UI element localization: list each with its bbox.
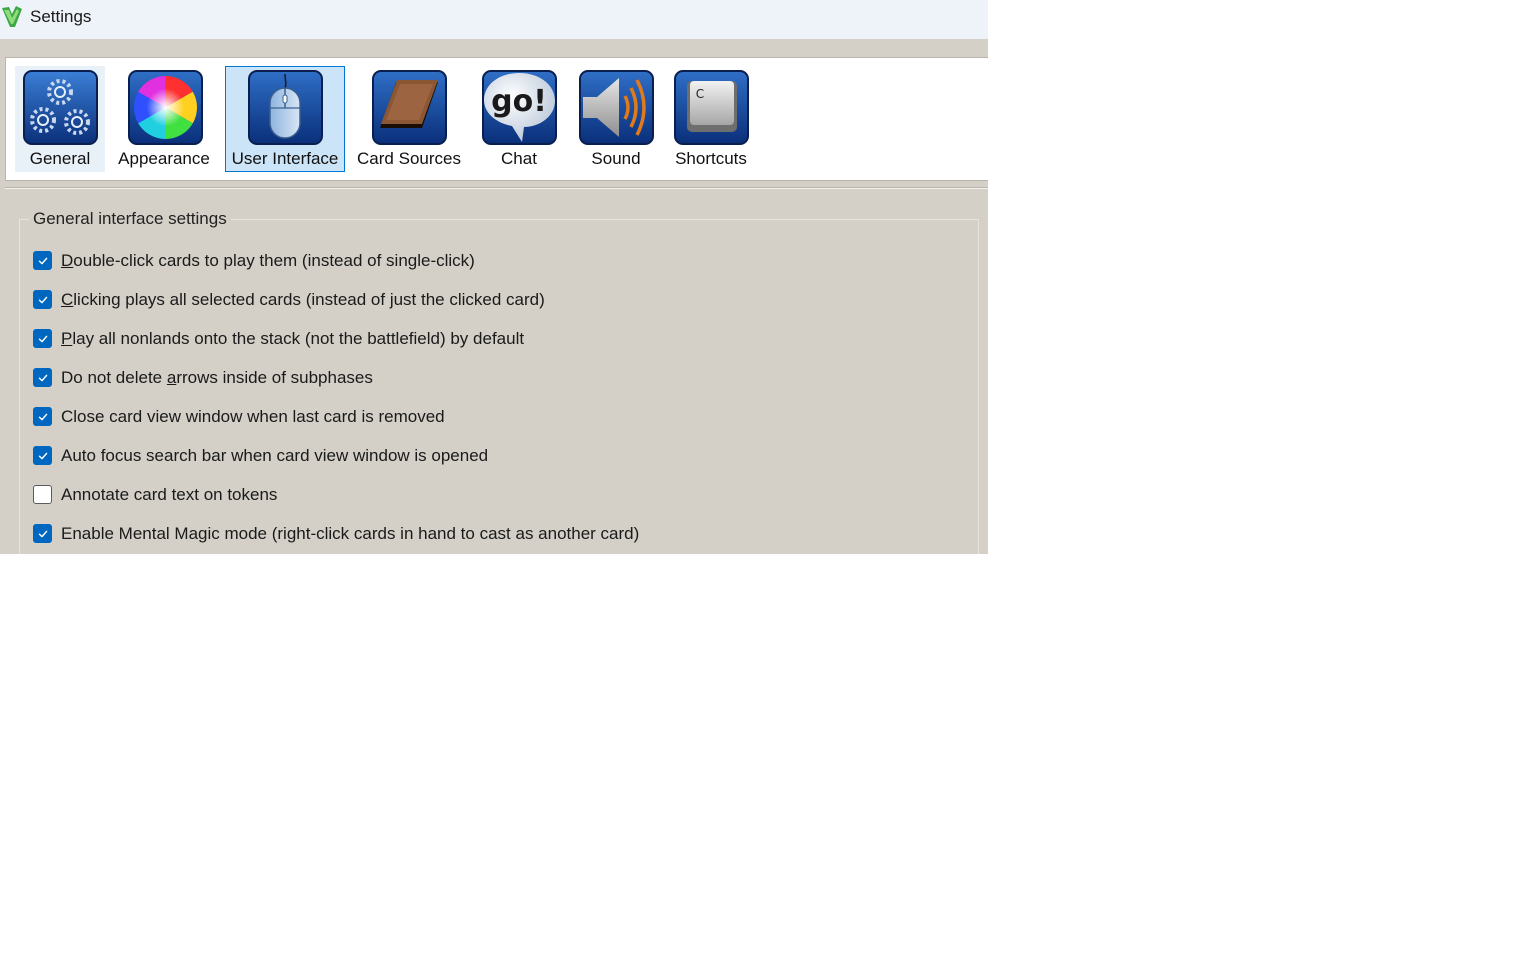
chat-icon-text: go! <box>491 84 547 119</box>
tab-label: Shortcuts <box>675 149 747 168</box>
window-title: Settings <box>30 7 92 26</box>
checkmark-icon <box>38 413 48 421</box>
settings-page-toolbar: General Appearance User Interface Card S… <box>5 57 988 181</box>
option-label: Clicking plays all selected cards (inste… <box>61 290 545 309</box>
tab-card-sources[interactable]: Card Sources <box>354 66 464 172</box>
card-icon <box>372 70 447 145</box>
tab-general[interactable]: General <box>15 66 105 172</box>
checkbox[interactable] <box>33 290 52 309</box>
tab-appearance[interactable]: Appearance <box>114 66 214 172</box>
color-wheel-icon <box>128 70 203 145</box>
tab-sound[interactable]: Sound <box>572 66 660 172</box>
tab-chat[interactable]: go! Chat <box>476 66 562 172</box>
tab-label: User Interface <box>231 149 339 168</box>
checkmark-icon <box>38 257 48 265</box>
option-label: Auto focus search bar when card view win… <box>61 446 489 465</box>
tab-label: Card Sources <box>357 149 461 168</box>
title-bar[interactable]: Settings <box>0 0 988 39</box>
checkmark-icon <box>38 452 48 460</box>
option-label: Annotate card text on tokens <box>61 485 278 504</box>
speech-bubble-icon: go! <box>482 70 557 145</box>
checkbox[interactable] <box>33 485 52 504</box>
option-label: Double-click cards to play them (instead… <box>61 251 475 270</box>
checkmark-icon <box>38 296 48 304</box>
speaker-icon <box>579 70 654 145</box>
gears-icon <box>23 70 98 145</box>
toolbar-separator <box>5 187 988 189</box>
tab-label: Sound <box>591 149 641 168</box>
checkmark-icon <box>38 374 48 382</box>
checkbox[interactable] <box>33 251 52 270</box>
checkmark-icon <box>38 530 48 538</box>
tab-label: Chat <box>501 149 537 168</box>
settings-window: Settings General Appearance User Interfa… <box>0 0 988 554</box>
keyboard-key-icon: C <box>674 70 749 145</box>
checkbox[interactable] <box>33 524 52 543</box>
app-logo-icon <box>2 6 22 27</box>
tab-label: General <box>29 149 91 168</box>
group-title: General interface settings <box>29 209 231 229</box>
option-label: Enable Mental Magic mode (right-click ca… <box>61 524 640 543</box>
option-label: Close card view window when last card is… <box>61 407 445 426</box>
checkmark-icon <box>38 335 48 343</box>
checkbox[interactable] <box>33 446 52 465</box>
key-glyph: C <box>696 87 704 101</box>
option-label: Play all nonlands onto the stack (not th… <box>61 329 525 348</box>
tab-label: Appearance <box>118 149 210 168</box>
checkbox[interactable] <box>33 329 52 348</box>
tab-user-interface[interactable]: User Interface <box>225 66 345 172</box>
option-label: Do not delete arrows inside of subphases <box>61 368 373 387</box>
tab-shortcuts[interactable]: C Shortcuts <box>670 66 752 172</box>
checkbox[interactable] <box>33 407 52 426</box>
mouse-icon <box>248 70 323 145</box>
checkbox[interactable] <box>33 368 52 387</box>
